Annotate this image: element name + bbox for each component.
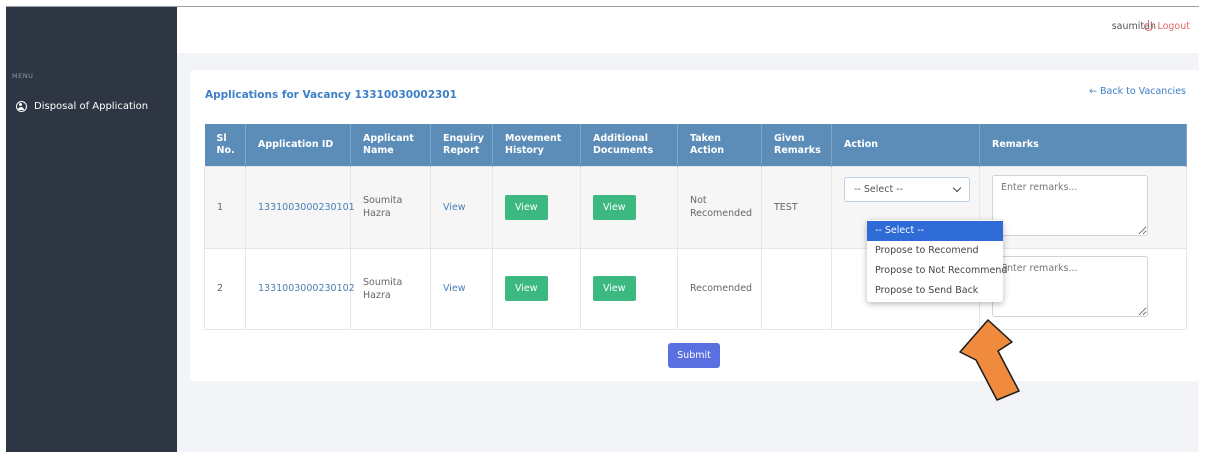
cell-given-remarks: TEST (761, 165, 832, 249)
cell-sl: 2 (204, 247, 246, 330)
sidebar-item-label: Disposal of Application (34, 101, 149, 112)
cell-applicant-name: Soumita Hazra (350, 247, 431, 330)
column-header: Given Remarks (761, 124, 832, 166)
dropdown-option-propose-to-recomend[interactable]: Propose to Recomend (867, 241, 1003, 261)
applications-card: Applications for Vacancy 13310030002301 … (190, 70, 1199, 381)
chevron-down-icon (952, 183, 962, 192)
application-id-link[interactable]: 1331003000230102 (258, 283, 355, 294)
page-title: Applications for Vacancy 13310030002301 (205, 89, 457, 101)
cell-taken-action: Recomended (677, 247, 762, 330)
column-header: Movement History (492, 124, 581, 166)
dropdown-option-propose-to-send-back[interactable]: Propose to Send Back (867, 281, 1003, 301)
top-bar: saumitah Logout (177, 7, 1199, 53)
orange-arrow-icon (959, 319, 1020, 401)
back-to-vacancies-link[interactable]: ← Back to Vacancies (1089, 86, 1186, 97)
movement-history-view-button[interactable]: View (505, 194, 548, 220)
column-header: Applicant Name (350, 124, 431, 166)
user-circle-icon (16, 101, 27, 112)
action-select[interactable]: -- Select -- (844, 176, 970, 202)
table-header-row: Sl No. Application ID Applicant Name Enq… (204, 124, 1187, 166)
applications-table: Sl No. Application ID Applicant Name Enq… (204, 124, 1187, 330)
table-row: 2 1331003000230102 Soumita Hazra View Vi… (204, 247, 1187, 330)
additional-documents-view-button[interactable]: View (593, 194, 636, 220)
enquiry-report-link[interactable]: View (443, 202, 466, 213)
column-header: Taken Action (677, 124, 762, 166)
sidebar: MENU Disposal of Application (6, 7, 177, 452)
power-icon (1144, 20, 1154, 31)
action-dropdown-menu: -- Select -- Propose to Recomend Propose… (867, 220, 1007, 302)
action-select-value: -- Select -- (854, 183, 904, 195)
column-header: Action (831, 124, 980, 166)
column-header: Sl No. (204, 124, 246, 166)
sidebar-menu-label: MENU (12, 72, 34, 80)
additional-documents-view-button[interactable]: View (593, 276, 636, 301)
remarks-input[interactable] (992, 256, 1148, 317)
enquiry-report-link[interactable]: View (443, 283, 466, 294)
column-header: Additional Documents (580, 124, 678, 166)
column-header: Enquiry Report (430, 124, 493, 166)
dropdown-option-select[interactable]: -- Select -- (867, 221, 1003, 241)
logout-label: Logout (1157, 21, 1190, 32)
dropdown-option-propose-to-not-recommend[interactable]: Propose to Not Recommend (867, 261, 1007, 281)
sidebar-item-disposal-of-application[interactable]: Disposal of Application (16, 101, 148, 112)
column-header: Application ID (245, 124, 351, 166)
remarks-input[interactable] (992, 174, 1148, 236)
submit-button[interactable]: Submit (668, 343, 720, 368)
logout-button[interactable]: Logout (1144, 20, 1190, 32)
table-row: 1 1331003000230101 Soumita Hazra View Vi… (204, 165, 1187, 249)
application-id-link[interactable]: 1331003000230101 (258, 202, 355, 213)
cell-sl: 1 (204, 165, 246, 249)
movement-history-view-button[interactable]: View (505, 276, 548, 301)
column-header: Remarks (979, 124, 1187, 166)
cell-applicant-name: Soumita Hazra (350, 165, 431, 249)
cell-given-remarks (761, 247, 832, 330)
cell-taken-action: Not Recomended (677, 165, 762, 249)
